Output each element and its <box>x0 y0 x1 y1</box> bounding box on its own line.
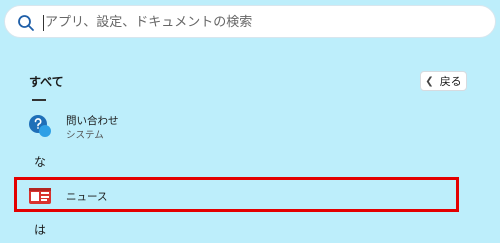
group-header-ha[interactable]: は <box>34 221 46 238</box>
chevron-left-icon: ❮ <box>425 75 434 87</box>
highlight-annotation <box>14 177 459 212</box>
group-header-partial <box>32 99 46 101</box>
section-title-all: すべて <box>29 75 64 89</box>
search-box[interactable] <box>4 5 496 38</box>
app-name: 問い合わせ <box>66 115 119 127</box>
list-item-get-help[interactable]: 問い合わせ システム <box>26 112 466 144</box>
back-button-label: 戻る <box>439 75 462 88</box>
search-icon <box>18 15 34 31</box>
search-input[interactable] <box>45 10 485 34</box>
app-subtitle: システム <box>66 130 104 141</box>
text-caret <box>43 15 44 31</box>
group-header-na[interactable]: な <box>34 153 46 170</box>
back-button[interactable]: ❮ 戻る <box>420 71 467 91</box>
get-help-icon <box>29 115 51 137</box>
